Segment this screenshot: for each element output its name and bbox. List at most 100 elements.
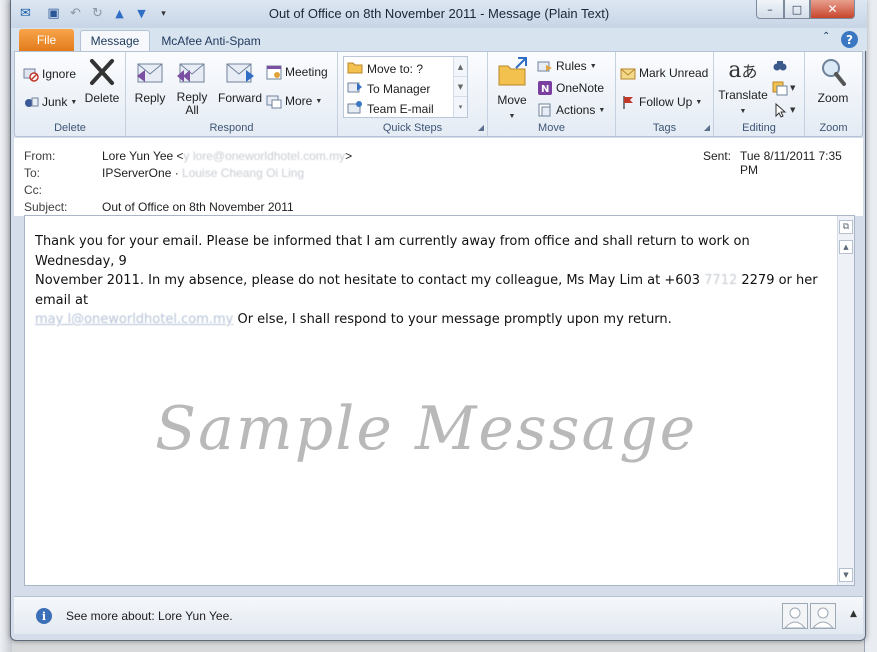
meeting-icon	[266, 64, 282, 80]
quick-steps-down-icon[interactable]: ▼	[454, 77, 467, 97]
translate-label: Translate	[718, 88, 768, 102]
quick-steps-up-icon[interactable]: ▲	[454, 57, 467, 77]
from-label: From:	[24, 149, 56, 163]
translate-icon: aあ	[728, 58, 758, 83]
maximize-button[interactable]: □	[784, 0, 810, 19]
close-button[interactable]: ✕	[810, 0, 855, 19]
subject-label: Subject:	[24, 200, 68, 214]
tab-mcafee-anti-spam[interactable]: McAfee Anti-Spam	[157, 30, 265, 51]
title-bar: ✉ ▣ ↶ ↻ ▲ ▼ ▾ Out of Office on 8th Novem…	[11, 0, 867, 28]
to-value[interactable]: IPServerOne · Louise Cheang Oi Ling	[102, 166, 304, 180]
collapse-ribbon-icon[interactable]: ⌃	[822, 31, 830, 42]
quick-step-team-email-label: Team E-mail	[367, 101, 434, 116]
quick-step-move-to[interactable]: Move to: ?	[347, 59, 423, 78]
junk-button[interactable]: Junk ▼	[23, 94, 77, 110]
group-quick-steps: Move to: ? To Manager Team E-mail ▲ ▼ ▾ …	[338, 52, 488, 136]
minimize-button[interactable]: –	[756, 0, 784, 19]
move-label: Move	[497, 93, 527, 107]
message-line-3: Or else, I shall respond to your message…	[233, 312, 672, 327]
meeting-button[interactable]: Meeting	[266, 64, 328, 80]
onenote-button[interactable]: N OneNote	[537, 80, 604, 96]
group-label-respond: Respond	[209, 122, 254, 134]
actions-button[interactable]: Actions ▼	[537, 102, 605, 118]
split-icon[interactable]: ⧉	[839, 220, 853, 234]
group-zoom: Zoom Zoom	[805, 52, 862, 136]
cc-label: Cc:	[24, 183, 42, 197]
ignore-button[interactable]: Ignore	[23, 66, 76, 82]
group-label-move: Move	[538, 122, 565, 134]
flag-icon	[620, 94, 636, 110]
follow-up-dropdown-icon: ▼	[695, 98, 703, 106]
ribbon: Ignore Junk ▼ Delete Delete Reply Reply …	[14, 51, 863, 137]
from-name: Lore Yun Yee <	[102, 149, 184, 163]
to-recipient-2: Louise Cheang Oi Ling	[178, 166, 305, 180]
follow-up-label: Follow Up	[639, 95, 693, 109]
related-icon[interactable]: ▼	[772, 80, 795, 96]
scroll-down-icon[interactable]: ▼	[839, 568, 853, 582]
message-scrollbar[interactable]: ⧉ ▲ ▼	[837, 216, 854, 585]
find-icon[interactable]	[772, 58, 788, 77]
svg-text:N: N	[541, 84, 549, 95]
sent-label: Sent:	[703, 149, 732, 163]
junk-dropdown-icon: ▼	[70, 98, 78, 106]
junk-label: Junk	[42, 95, 68, 109]
reply-all-label-line2: All	[185, 103, 199, 117]
quick-steps-scroll[interactable]: ▲ ▼ ▾	[453, 57, 467, 117]
zoom-icon	[811, 56, 855, 91]
delete-label: Delete	[84, 91, 120, 105]
quick-steps-expand-icon[interactable]: ▾	[454, 97, 467, 117]
people-pane: i See more about: Lore Yun Yee. ▲	[14, 596, 863, 634]
folder-arrow-icon	[347, 59, 363, 78]
forward-icon	[216, 58, 264, 91]
sample-message-watermark: Sample Message	[155, 394, 698, 464]
tab-file[interactable]: File	[19, 29, 74, 51]
follow-up-button[interactable]: Follow Up ▼	[620, 94, 702, 110]
expand-people-pane-icon[interactable]: ▲	[850, 609, 857, 619]
quick-steps-gallery: Move to: ? To Manager Team E-mail ▲ ▼ ▾	[343, 56, 468, 118]
help-icon[interactable]: ?	[841, 31, 858, 48]
more-respond-icon	[266, 93, 282, 109]
message-header: From: Lore Yun Yee <y lore@oneworldhotel…	[14, 138, 863, 216]
more-respond-dropdown-icon: ▼	[315, 97, 323, 105]
more-respond-button[interactable]: More ▼	[266, 93, 322, 109]
group-move: Move ▼ Rules ▼ N OneNote Actions ▼ Move	[488, 52, 616, 136]
avatar[interactable]	[782, 603, 808, 629]
group-label-quick-steps: Quick Steps	[382, 122, 443, 134]
message-line-1: Thank you for your email. Please be info…	[35, 234, 750, 269]
reply-icon	[132, 58, 168, 91]
subject-value: Out of Office on 8th November 2011	[102, 200, 294, 214]
zoom-label: Zoom	[817, 91, 849, 105]
zoom-button[interactable]: Zoom	[811, 56, 855, 105]
forward-button[interactable]: Forward	[216, 58, 264, 105]
message-text: Thank you for your email. Please be info…	[35, 232, 825, 330]
ignore-icon	[23, 66, 39, 82]
avatar[interactable]	[810, 603, 836, 629]
actions-label: Actions	[556, 103, 596, 117]
actions-icon	[537, 102, 553, 118]
reply-all-label-line1: Reply	[176, 90, 208, 104]
from-value[interactable]: Lore Yun Yee <y lore@oneworldhotel.com.m…	[102, 149, 352, 163]
quick-step-to-manager[interactable]: To Manager	[347, 79, 430, 98]
quick-step-move-to-label: Move to: ?	[367, 61, 424, 76]
group-respond: Reply Reply All Forward Meeting More ▼ R…	[126, 52, 338, 136]
rules-dropdown-icon: ▼	[589, 62, 597, 70]
translate-button[interactable]: aあ Translate ▼	[718, 56, 768, 116]
rules-icon	[537, 58, 553, 74]
reply-button[interactable]: Reply	[132, 58, 168, 105]
delete-button[interactable]: Delete	[81, 56, 123, 105]
forward-label: Forward	[217, 91, 262, 105]
more-respond-label: More	[285, 94, 313, 108]
scroll-up-icon[interactable]: ▲	[839, 240, 853, 254]
onenote-label: OneNote	[556, 81, 605, 95]
select-cursor-icon[interactable]: ▼	[772, 102, 795, 118]
tab-message[interactable]: Message	[80, 30, 150, 51]
rules-button[interactable]: Rules ▼	[537, 58, 597, 74]
people-pane-text[interactable]: See more about: Lore Yun Yee.	[66, 609, 233, 623]
mark-unread-button[interactable]: Mark Unread	[620, 65, 708, 81]
message-body[interactable]: Thank you for your email. Please be info…	[24, 215, 855, 586]
ribbon-tab-row: File Message McAfee Anti-Spam ⌃ ?	[11, 28, 867, 51]
colleague-email-link[interactable]: may l@oneworldhotel.com.my	[35, 312, 233, 327]
quick-step-team-email[interactable]: Team E-mail	[347, 99, 434, 118]
reply-all-button[interactable]: Reply All	[174, 58, 210, 117]
move-button[interactable]: Move ▼	[492, 56, 532, 121]
